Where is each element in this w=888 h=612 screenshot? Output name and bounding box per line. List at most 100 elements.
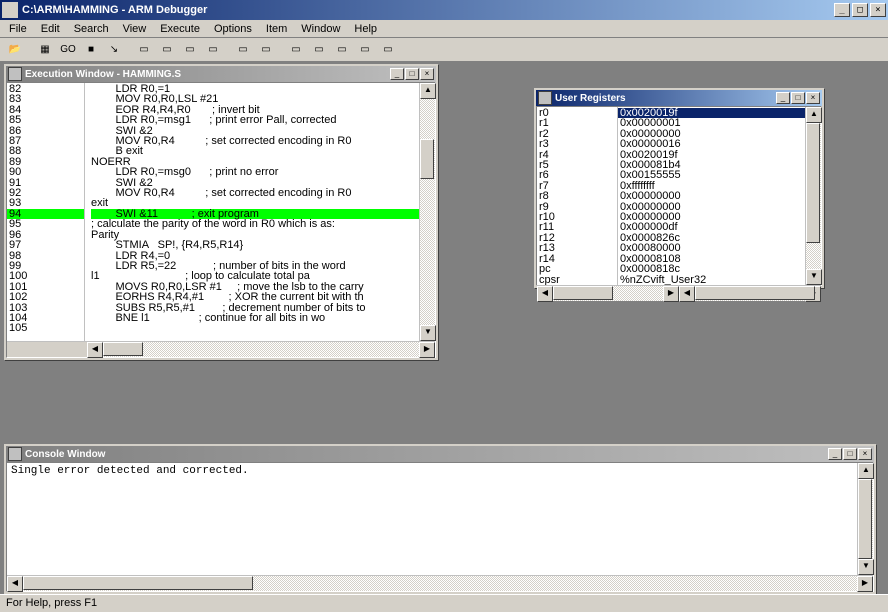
console-close-button[interactable]: × <box>858 448 872 460</box>
scroll-down-icon[interactable]: ▼ <box>806 269 822 285</box>
register-values-column[interactable]: 0x0020019f0x000000010x000000000x00000016… <box>617 107 805 285</box>
register-value[interactable]: %nZCvift_User32 <box>618 275 805 285</box>
register-name: r4 <box>537 150 617 160</box>
console-vscroll-thumb[interactable] <box>858 479 872 559</box>
reg-hscroll[interactable]: ◀ ▶ ◀ ▶ <box>537 285 821 301</box>
app-icon <box>2 2 18 18</box>
exec-vscroll-thumb[interactable] <box>420 139 434 179</box>
console-window-icon <box>8 447 22 461</box>
menu-item-menu[interactable]: Item <box>259 21 294 37</box>
reg-close-button[interactable]: × <box>806 92 820 104</box>
reg-minimize-button[interactable]: _ <box>776 92 790 104</box>
toolbar-step-icon[interactable]: ↘ <box>103 40 125 60</box>
scroll-left-icon[interactable]: ◀ <box>7 576 23 592</box>
gutter-scrollbar[interactable] <box>7 341 87 357</box>
scroll-up-icon[interactable]: ▲ <box>858 463 874 479</box>
register-name: cpsr <box>537 275 617 285</box>
code-line[interactable]: EORHS R4,R4,#1 ; XOR the current bit wit… <box>91 292 419 302</box>
menu-edit[interactable]: Edit <box>34 21 67 37</box>
register-name: r7 <box>537 181 617 191</box>
scroll-down-icon[interactable]: ▼ <box>420 325 436 341</box>
scroll-up-icon[interactable]: ▲ <box>806 107 822 123</box>
toolbar-btn-7[interactable]: ▭ <box>156 40 178 60</box>
console-maximize-button[interactable]: □ <box>843 448 857 460</box>
register-name: r8 <box>537 191 617 201</box>
toolbar-stop-icon[interactable]: ■ <box>80 40 102 60</box>
menu-options[interactable]: Options <box>207 21 259 37</box>
scroll-left-icon[interactable]: ◀ <box>537 286 553 302</box>
maximize-button[interactable]: □ <box>852 3 868 17</box>
reg-vscroll[interactable]: ▲ ▼ <box>805 107 821 285</box>
console-minimize-button[interactable]: _ <box>828 448 842 460</box>
register-value[interactable]: 0x0000818c <box>618 264 805 274</box>
toolbar-btn-8[interactable]: ▭ <box>179 40 201 60</box>
scroll-up-icon[interactable]: ▲ <box>420 83 436 99</box>
menu-execute[interactable]: Execute <box>153 21 207 37</box>
scroll-left-icon[interactable]: ◀ <box>87 342 103 358</box>
registers-window[interactable]: User Registers _ □ × r0r1r2r3r4r5r6r7r8r… <box>534 88 824 288</box>
console-output[interactable]: Single error detected and corrected. <box>7 463 857 575</box>
toolbar-btn-14[interactable]: ▭ <box>331 40 353 60</box>
menu-file[interactable]: File <box>2 21 34 37</box>
console-titlebar[interactable]: Console Window _ □ × <box>6 446 874 462</box>
mdi-area: Execution Window - HAMMING.S _ □ × 82838… <box>0 62 888 594</box>
register-names-column: r0r1r2r3r4r5r6r7r8r9r10r11r12r13r14pccps… <box>537 107 617 285</box>
reg-name-hscroll-thumb[interactable] <box>553 286 613 300</box>
toolbar: 📂 ▦ GO ■ ↘ ▭ ▭ ▭ ▭ ▭ ▭ ▭ ▭ ▭ ▭ ▭ <box>0 38 888 62</box>
register-name: r3 <box>537 139 617 149</box>
console-vscroll[interactable]: ▲ ▼ <box>857 463 873 575</box>
scroll-right-icon[interactable]: ▶ <box>857 576 873 592</box>
registers-titlebar[interactable]: User Registers _ □ × <box>536 90 822 106</box>
console-hscroll-thumb[interactable] <box>23 576 253 590</box>
toolbar-btn-6[interactable]: ▭ <box>133 40 155 60</box>
menu-view[interactable]: View <box>116 21 154 37</box>
menu-search[interactable]: Search <box>67 21 116 37</box>
code-line[interactable]: B exit <box>91 146 419 156</box>
reg-val-hscroll-thumb[interactable] <box>695 286 815 300</box>
register-name: r2 <box>537 129 617 139</box>
execution-window[interactable]: Execution Window - HAMMING.S _ □ × 82838… <box>4 64 438 360</box>
console-window[interactable]: Console Window _ □ × Single error detect… <box>4 444 876 594</box>
toolbar-btn-13[interactable]: ▭ <box>308 40 330 60</box>
registers-title: User Registers <box>555 93 776 104</box>
exec-hscroll[interactable]: ◀ ▶ <box>87 341 435 357</box>
menu-help[interactable]: Help <box>347 21 384 37</box>
exec-maximize-button[interactable]: □ <box>405 68 419 80</box>
toolbar-btn-11[interactable]: ▭ <box>255 40 277 60</box>
toolbar-open-icon[interactable]: 📂 <box>4 40 26 60</box>
app-title: C:\ARM\HAMMING - ARM Debugger <box>22 4 834 16</box>
exec-vscroll[interactable]: ▲ ▼ <box>419 83 435 341</box>
code-line[interactable]: STMIA SP!, {R4,R5,R14} <box>91 240 419 250</box>
toolbar-go-icon[interactable]: GO <box>57 40 79 60</box>
register-name: r1 <box>537 118 617 128</box>
exec-minimize-button[interactable]: _ <box>390 68 404 80</box>
exec-hscroll-thumb[interactable] <box>103 342 143 356</box>
close-button[interactable]: × <box>870 3 886 17</box>
minimize-button[interactable]: _ <box>834 3 850 17</box>
execution-title: Execution Window - HAMMING.S <box>25 69 390 80</box>
toolbar-btn-15[interactable]: ▭ <box>354 40 376 60</box>
line-number: 102 <box>7 292 84 302</box>
code-area[interactable]: LDR R0,=1 MOV R0,R0,LSL #21 EOR R4,R4,R0… <box>87 83 419 341</box>
code-line[interactable]: MOV R0,R4 ; set corrected encoding in R0 <box>91 188 419 198</box>
execution-titlebar[interactable]: Execution Window - HAMMING.S _ □ × <box>6 66 436 82</box>
scroll-left-icon[interactable]: ◀ <box>679 286 695 302</box>
code-line[interactable]: ; calculate the parity of the word in R0… <box>91 219 419 229</box>
scroll-down-icon[interactable]: ▼ <box>858 559 874 575</box>
reg-vscroll-thumb[interactable] <box>806 123 820 243</box>
toolbar-btn-2[interactable]: ▦ <box>34 40 56 60</box>
menu-window[interactable]: Window <box>294 21 347 37</box>
exec-close-button[interactable]: × <box>420 68 434 80</box>
main-titlebar: C:\ARM\HAMMING - ARM Debugger _ □ × <box>0 0 888 20</box>
line-number-gutter: 8283848586878889909192939495969798991001… <box>7 83 85 341</box>
code-line[interactable]: BNE l1 ; continue for all bits in wo <box>91 313 419 323</box>
scroll-right-icon[interactable]: ▶ <box>663 286 679 302</box>
reg-maximize-button[interactable]: □ <box>791 92 805 104</box>
register-name: r5 <box>537 160 617 170</box>
toolbar-btn-10[interactable]: ▭ <box>232 40 254 60</box>
toolbar-btn-16[interactable]: ▭ <box>377 40 399 60</box>
toolbar-btn-12[interactable]: ▭ <box>285 40 307 60</box>
console-hscroll[interactable]: ◀ ▶ <box>7 575 873 591</box>
toolbar-btn-9[interactable]: ▭ <box>202 40 224 60</box>
scroll-right-icon[interactable]: ▶ <box>419 342 435 358</box>
